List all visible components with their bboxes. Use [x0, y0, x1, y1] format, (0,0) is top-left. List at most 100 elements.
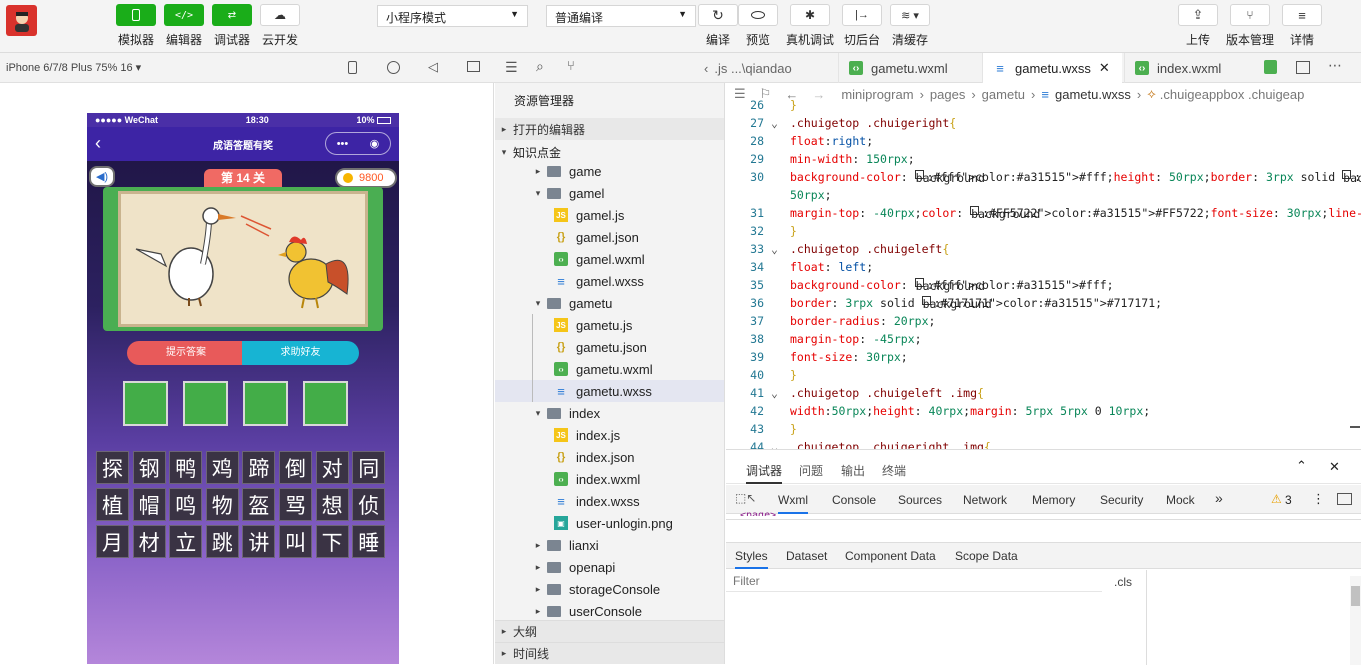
close-icon[interactable]: ✕ — [1099, 60, 1110, 76]
file-item[interactable]: JS gametu.js — [495, 314, 724, 336]
tab-sources[interactable]: Sources — [898, 493, 942, 507]
compile-select[interactable]: 普通编译 ▼ — [546, 5, 696, 27]
more-tabs-button[interactable]: » — [1215, 490, 1223, 506]
answer-slot[interactable] — [243, 381, 288, 426]
file-item[interactable]: {} index.json — [495, 446, 724, 468]
tab-security[interactable]: Security — [1100, 493, 1143, 507]
tab-dataset[interactable]: Dataset — [786, 549, 827, 563]
source-control-icon[interactable]: ⑂ — [567, 58, 575, 73]
code-line[interactable]: 31 margin-top: -40rpx;color: background:#… — [726, 206, 1361, 224]
code-line[interactable]: 28 float:right; — [726, 134, 1361, 152]
search-icon[interactable]: ⌕ — [536, 58, 544, 75]
character-tile[interactable]: 对 — [315, 451, 349, 484]
preview-button[interactable] — [738, 4, 778, 26]
character-tile[interactable]: 骂 — [279, 488, 312, 521]
tab-qiandao-js[interactable]: ‹ .js ...\qiandao — [700, 53, 838, 83]
more-icon[interactable]: ⋯ — [1328, 57, 1342, 74]
styles-filter-input[interactable] — [726, 570, 1102, 592]
timeline-section[interactable]: ▸ 时间线 — [495, 642, 724, 664]
code-line[interactable]: 37 border-radius: 20rpx; — [726, 314, 1361, 332]
color-swatch[interactable]: background — [1342, 170, 1361, 185]
character-tile[interactable]: 倒 — [279, 451, 312, 484]
code-line[interactable]: 26} — [726, 98, 1361, 116]
code-line[interactable]: 36 border: 3rpx solid background:#717171… — [726, 296, 1361, 314]
phone-icon[interactable] — [348, 61, 357, 74]
tab-wxml[interactable]: Wxml — [778, 493, 808, 514]
code-line[interactable]: 29 min-width: 150rpx; — [726, 152, 1361, 170]
record-icon[interactable] — [387, 61, 400, 74]
window-icon[interactable] — [467, 61, 480, 72]
file-item[interactable]: {} gamel.json — [495, 226, 724, 248]
character-tile[interactable]: 材 — [132, 525, 166, 558]
tab-network[interactable]: Network — [963, 493, 1007, 507]
phone-screen[interactable]: ●●●●● WeChat 18:30 10% ‹ 成语答题有奖 ••• ◉ ◀) … — [87, 113, 399, 664]
character-tile[interactable]: 月 — [96, 525, 129, 558]
scrollbar-marker[interactable] — [1350, 426, 1360, 428]
file-item[interactable]: ‹› gamel.wxml — [495, 248, 724, 270]
file-item[interactable]: {} gametu.json — [495, 336, 724, 358]
compile-button[interactable]: ↻ — [698, 4, 738, 26]
character-tile[interactable]: 鸣 — [169, 488, 203, 521]
split-editor-icon[interactable] — [1296, 61, 1310, 74]
code-line[interactable]: 34 float: left; — [726, 260, 1361, 278]
tab-styles[interactable]: Styles — [735, 549, 768, 569]
cloud-dev-button[interactable]: ☁ — [260, 4, 300, 26]
character-tile[interactable]: 帽 — [132, 488, 166, 521]
character-tile[interactable]: 探 — [96, 451, 129, 484]
more-vert-icon[interactable]: ⋮ — [1312, 491, 1325, 507]
ask-friend-button[interactable]: 求助好友 — [242, 341, 359, 365]
chevron-right-icon[interactable]: ▸ — [529, 166, 547, 177]
tab-mock[interactable]: Mock — [1166, 493, 1195, 507]
background-button[interactable]: |→ — [842, 4, 882, 26]
color-swatch[interactable]: background — [914, 278, 985, 293]
chevron-right-icon[interactable]: ▸ — [529, 540, 547, 551]
cls-toggle[interactable]: .cls — [1114, 575, 1132, 589]
color-swatch[interactable]: background — [970, 206, 1040, 221]
code-line[interactable]: 41 ⌄ .chuigetop .chuigeleft .img{ — [726, 386, 1361, 404]
hint-answer-button[interactable]: 提示答案 — [127, 341, 245, 365]
clear-cache-button[interactable]: ≋ ▾ — [890, 4, 930, 26]
tab-debugger[interactable]: 调试器 — [746, 462, 783, 484]
character-tile[interactable]: 植 — [96, 488, 129, 521]
files-icon[interactable]: ☰ — [505, 59, 518, 76]
chevron-right-icon[interactable]: ▸ — [529, 584, 547, 595]
fold-icon[interactable]: ⌄ — [771, 440, 778, 449]
file-item[interactable]: ≡ index.wxss — [495, 490, 724, 512]
tab-gametu-wxss[interactable]: ≡ gametu.wxss ✕ — [982, 53, 1122, 83]
tab-console[interactable]: Console — [832, 493, 876, 507]
tab-component-data[interactable]: Component Data — [845, 549, 936, 563]
color-swatch[interactable]: background — [914, 170, 985, 185]
chevron-right-icon[interactable]: ▸ — [529, 562, 547, 573]
folder-item[interactable]: ▸ storageConsole — [495, 578, 724, 600]
answer-slot[interactable] — [183, 381, 228, 426]
chevron-down-icon[interactable]: ▾ — [529, 408, 547, 419]
close-circle-icon[interactable]: ◉ — [370, 137, 380, 150]
code-line[interactable]: 44 ⌄ .chuigetop .chuigeright .img{ — [726, 440, 1361, 449]
code-line[interactable]: 42 width:50rpx;height: 40rpx;margin: 5rp… — [726, 404, 1361, 422]
version-button[interactable]: ⑂ — [1230, 4, 1270, 26]
code-line[interactable]: 35 background-color: background:#fff">co… — [726, 278, 1361, 296]
fold-icon[interactable]: ⌄ — [771, 386, 778, 400]
outline-section[interactable]: ▸ 大纲 — [495, 620, 724, 642]
tab-problems[interactable]: 问题 — [799, 462, 823, 479]
character-tile[interactable]: 鸭 — [169, 451, 203, 484]
file-item[interactable]: JS index.js — [495, 424, 724, 446]
file-item[interactable]: ≡ gametu.wxss — [495, 380, 724, 402]
details-button[interactable]: ≡ — [1282, 4, 1322, 26]
answer-slot[interactable] — [123, 381, 168, 426]
code-line[interactable]: 50rpx; — [726, 188, 1361, 206]
remote-debug-button[interactable]: ✱ — [790, 4, 830, 26]
volume-icon[interactable]: ◁ — [428, 59, 438, 75]
tab-memory[interactable]: Memory — [1032, 493, 1075, 507]
sound-button[interactable]: ◀) — [89, 166, 115, 187]
tab-output[interactable]: 输出 — [841, 462, 865, 479]
answer-slot[interactable] — [303, 381, 348, 426]
mode-select[interactable]: 小程序模式 ▼ — [377, 5, 528, 27]
folder-item[interactable]: ▸ openapi — [495, 556, 724, 578]
capsule-menu[interactable]: ••• ◉ — [325, 132, 391, 155]
device-select[interactable]: iPhone 6/7/8 Plus 75% 16 ▾ — [6, 61, 141, 74]
file-item[interactable]: ‹› gametu.wxml — [495, 358, 724, 380]
editor-toggle-button[interactable]: </> — [164, 4, 204, 26]
code-line[interactable]: 38 margin-top: -45rpx; — [726, 332, 1361, 350]
close-icon[interactable]: ✕ — [1329, 459, 1340, 475]
